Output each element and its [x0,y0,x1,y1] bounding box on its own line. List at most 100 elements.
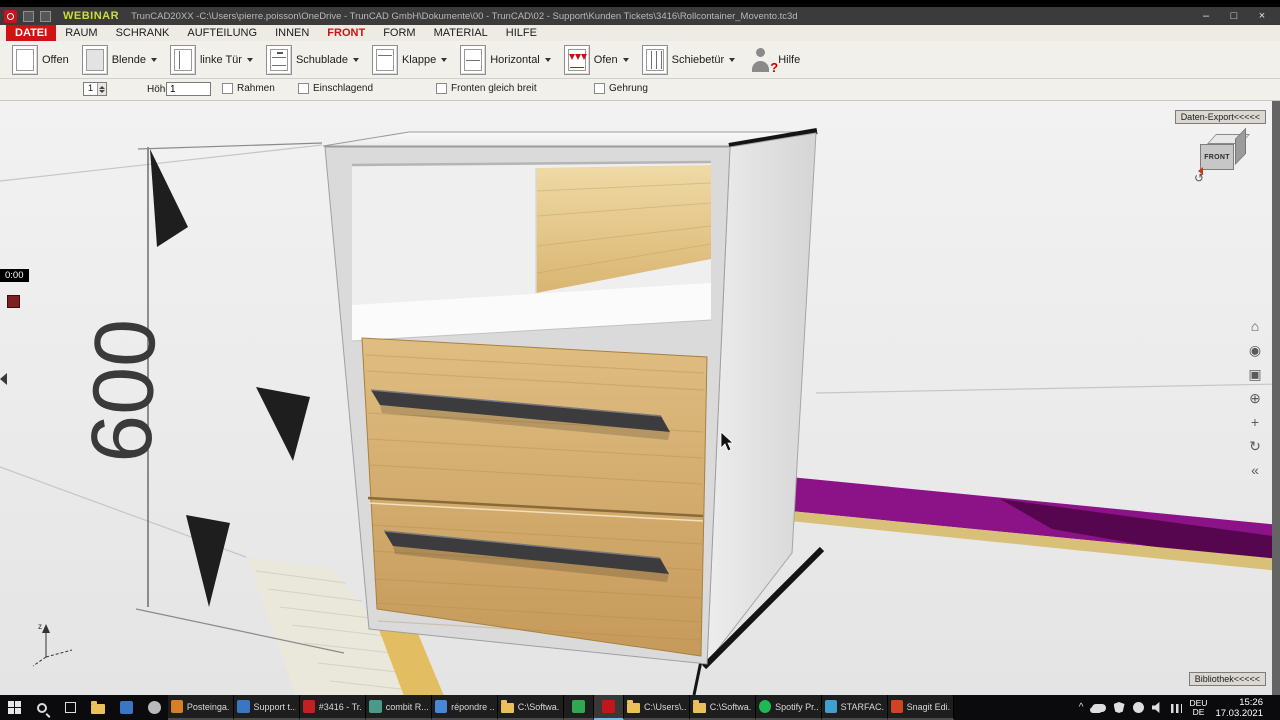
nav-cube[interactable]: FRONT ↺ [1194,127,1254,185]
tool-klappe[interactable]: Klappe [371,44,448,75]
taskbar-app-combit[interactable]: combit R... [366,695,432,720]
count-spinner[interactable]: 1 [83,82,107,96]
taskbar-app-support[interactable]: Support t... [234,695,300,720]
drawer-front-wood[interactable] [361,337,708,657]
tool-schiebetuer[interactable]: Schiebetür [641,44,736,75]
zoom-window-icon[interactable]: ▣ [1245,362,1265,386]
start-button[interactable] [0,695,28,720]
checkbox-icon[interactable] [436,83,447,94]
search-button[interactable] [28,695,56,720]
checkbox-rahmen[interactable]: Rahmen [222,83,275,94]
left-panel-collapse-icon[interactable] [0,373,7,385]
pan-icon[interactable]: + [1245,410,1265,434]
dropdown-arrow-icon[interactable] [544,57,551,62]
taskbar-app-users-folder[interactable]: C:\Users\... [624,695,690,720]
checkbox-icon[interactable] [222,83,233,94]
viewport[interactable]: 600 z Daten-Export<<<<< Bibliothek<<<<< … [0,100,1280,696]
taskbar-app-software-folder[interactable]: C:\Softwa... [498,695,564,720]
taskbar-app-truncad-active[interactable] [594,695,624,720]
taskbar-app-starface[interactable]: STARFAC... [822,695,888,720]
taskbar-app-repondre[interactable]: répondre ... [432,695,498,720]
tool-offen[interactable]: Offen [12,44,69,75]
collapse-icon[interactable]: « [1245,458,1265,482]
network-icon[interactable] [1170,704,1182,713]
windows-logo-icon [7,701,21,714]
truncad-app-icon [602,700,615,713]
open-front-icon [12,44,38,75]
cabinet[interactable] [322,128,825,696]
zoom-icon[interactable]: ⊕ [1245,386,1265,410]
support-app-icon [237,700,250,713]
dropdown-arrow-icon[interactable] [441,57,448,62]
menu-hilfe[interactable]: HILFE [497,25,546,41]
menu-schrank[interactable]: SCHRANK [107,25,179,41]
nav-cube-front-face[interactable]: FRONT [1200,144,1234,170]
menu-aufteilung[interactable]: AUFTEILUNG [178,25,266,41]
tray-expand-icon[interactable]: ^ [1079,702,1084,713]
dropdown-arrow-icon[interactable] [246,57,253,62]
dropdown-arrow-icon[interactable] [729,57,736,62]
3d-scene[interactable]: 600 z [0,101,1280,696]
combit-app-icon [369,700,382,713]
checkbox-einschlagend[interactable]: Einschlagend [298,83,373,94]
document-icon [23,10,34,22]
tool-hilfe[interactable]: ? Hilfe [748,45,800,75]
file-explorer-button[interactable] [84,695,112,720]
taskbar-app-green[interactable] [564,695,594,720]
rotate-icon[interactable]: ↻ [1245,434,1265,458]
checkbox-fronten-gleich-breit[interactable]: Fronten gleich breit [436,83,537,94]
task-view-icon [64,702,76,713]
taskbar-app-snagit[interactable]: Snagit Edi... [888,695,954,720]
tool-horizontal[interactable]: Horizontal [460,44,551,75]
tool-schublade[interactable]: Schublade [265,44,359,75]
checkbox-gehrung[interactable]: Gehrung [594,83,648,94]
task-view-button[interactable] [56,695,84,720]
dropdown-arrow-icon[interactable] [150,57,157,62]
spinner-arrows-icon[interactable] [97,83,106,95]
bibliothek-button[interactable]: Bibliothek<<<<< [1188,672,1266,686]
tool-ofen[interactable]: Ofen [563,44,629,75]
hoehe-input[interactable] [166,82,211,96]
reply-app-icon [435,700,448,713]
pinned-app-button[interactable] [112,695,140,720]
onedrive-cloud-icon[interactable] [1091,703,1106,712]
minimize-button[interactable]: – [1192,7,1220,25]
window-title: TrunCAD20XX -C:\Users\pierre.poisson\One… [131,10,798,22]
menu-raum[interactable]: RAUM [56,25,106,41]
maximize-button[interactable]: □ [1220,7,1248,25]
menu-form[interactable]: FORM [374,25,424,41]
security-shield-icon[interactable] [1113,702,1125,713]
tool-linke-tuer[interactable]: linke Tür [169,44,253,75]
menu-front[interactable]: FRONT [318,25,374,41]
dropdown-arrow-icon[interactable] [352,57,359,62]
volume-icon[interactable] [1151,702,1160,713]
taskbar-app-spotify[interactable]: Spotify Pr... [756,695,822,720]
checkbox-icon[interactable] [594,83,605,94]
tool-blende[interactable]: Blende [81,44,157,75]
pinned-browser-button[interactable] [140,695,168,720]
system-tray: ^ DEU DE 15:26 17.03.2021 [1079,695,1280,720]
clock[interactable]: 15:26 17.03.2021 [1215,697,1263,719]
taskbar-app-ticket-3416[interactable]: #3416 - Tr... [300,695,366,720]
menu-datei[interactable]: DATEI [6,25,57,41]
oven-icon [563,44,590,75]
checkbox-icon[interactable] [298,83,309,94]
truncad-doc-icon [303,700,315,713]
panel-icon [81,44,108,75]
dropdown-arrow-icon[interactable] [622,57,629,62]
collapsed-panel-strip[interactable] [1272,101,1280,696]
clock-time: 15:26 [1239,696,1263,708]
options-bar: 1 Höhe Rahmen Einschlagend Fronten gleic… [0,79,1280,100]
menu-innen[interactable]: INNEN [266,25,318,41]
tray-app-icon[interactable] [1132,702,1144,713]
language-indicator[interactable]: DEU DE [1190,698,1208,717]
taskbar-app-software-folder-2[interactable]: C:\Softwa... [690,695,756,720]
close-button[interactable]: × [1248,7,1276,25]
taskbar-app-posteingang[interactable]: Posteinga... [168,695,234,720]
menu-material[interactable]: MATERIAL [425,25,497,41]
daten-export-button[interactable]: Daten-Export<<<<< [1174,110,1266,124]
snagit-icon [891,700,903,713]
home-icon[interactable]: ⌂ [1245,314,1265,338]
orbit-icon[interactable]: ◉ [1245,338,1265,362]
webinar-badge: WEBINAR [63,10,120,22]
